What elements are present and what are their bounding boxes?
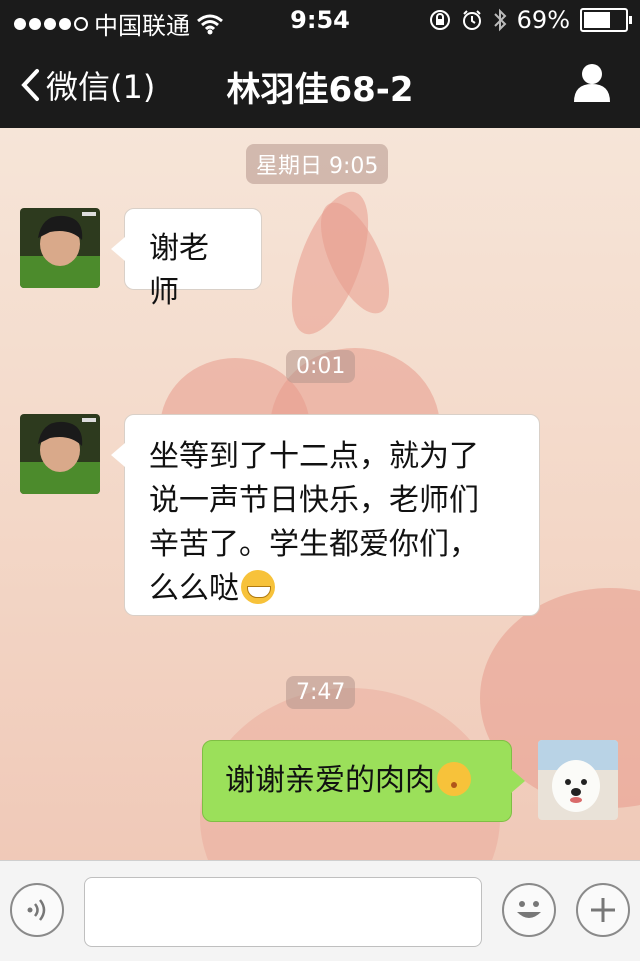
voice-icon	[27, 899, 46, 921]
incoming-message-bubble[interactable]: 坐等到了十二点，就为了 说一声节日快乐，老师们 辛苦了。学生都爱你们， 么么哒	[111, 414, 540, 616]
contact-avatar[interactable]	[20, 414, 100, 494]
message-input-bar	[0, 860, 640, 961]
contact-avatar[interactable]	[20, 208, 100, 288]
my-avatar[interactable]	[538, 740, 618, 820]
alarm-icon	[462, 10, 481, 30]
outgoing-message-bubble[interactable]: 谢谢亲爱的肉肉	[202, 740, 525, 822]
grinning-face-emoji	[241, 570, 275, 604]
status-right: 69%	[429, 6, 632, 34]
message-text: 谢老师	[149, 231, 209, 310]
message-line: 辛苦了。学生都爱你们，	[149, 527, 479, 562]
message-line: 坐等到了十二点，就为了	[149, 439, 479, 474]
message-timestamp: 星期日 9:05	[246, 144, 389, 184]
message-line: 么么哒	[149, 571, 239, 606]
chat-area[interactable]: 星期日 9:05 谢老师 0:01 坐等到了十二点，就为了 说一声节日快乐，老师…	[0, 128, 640, 860]
message-timestamp: 0:01	[286, 350, 356, 383]
chat-title: 林羽佳68-2	[226, 70, 414, 110]
more-options-button[interactable]	[576, 883, 630, 937]
person-icon	[574, 64, 610, 102]
kissing-face-emoji	[437, 762, 471, 796]
battery-percent: 69%	[516, 6, 570, 34]
incoming-message-bubble[interactable]: 谢老师	[111, 208, 262, 310]
bluetooth-icon	[493, 8, 507, 32]
emoji-button[interactable]	[502, 883, 556, 937]
message-text: 谢谢亲爱的肉肉	[225, 763, 435, 798]
message-text-input[interactable]	[84, 877, 482, 947]
navigation-bar: 微信(1) 林羽佳68-2	[0, 40, 640, 128]
battery-icon	[580, 8, 632, 32]
contact-profile-button[interactable]	[572, 62, 612, 106]
battery-fill	[584, 12, 610, 28]
top-bar: 中国联通 9:54 69% 微信(1) 林羽佳68-2	[0, 0, 640, 128]
smiley-icon	[517, 901, 541, 918]
status-bar: 中国联通 9:54 69%	[0, 0, 640, 40]
message-line: 说一声节日快乐，老师们	[149, 483, 479, 518]
voice-input-button[interactable]	[10, 883, 64, 937]
plus-icon	[591, 898, 615, 922]
message-timestamp: 7:47	[286, 676, 356, 709]
rotation-lock-icon	[429, 10, 450, 30]
